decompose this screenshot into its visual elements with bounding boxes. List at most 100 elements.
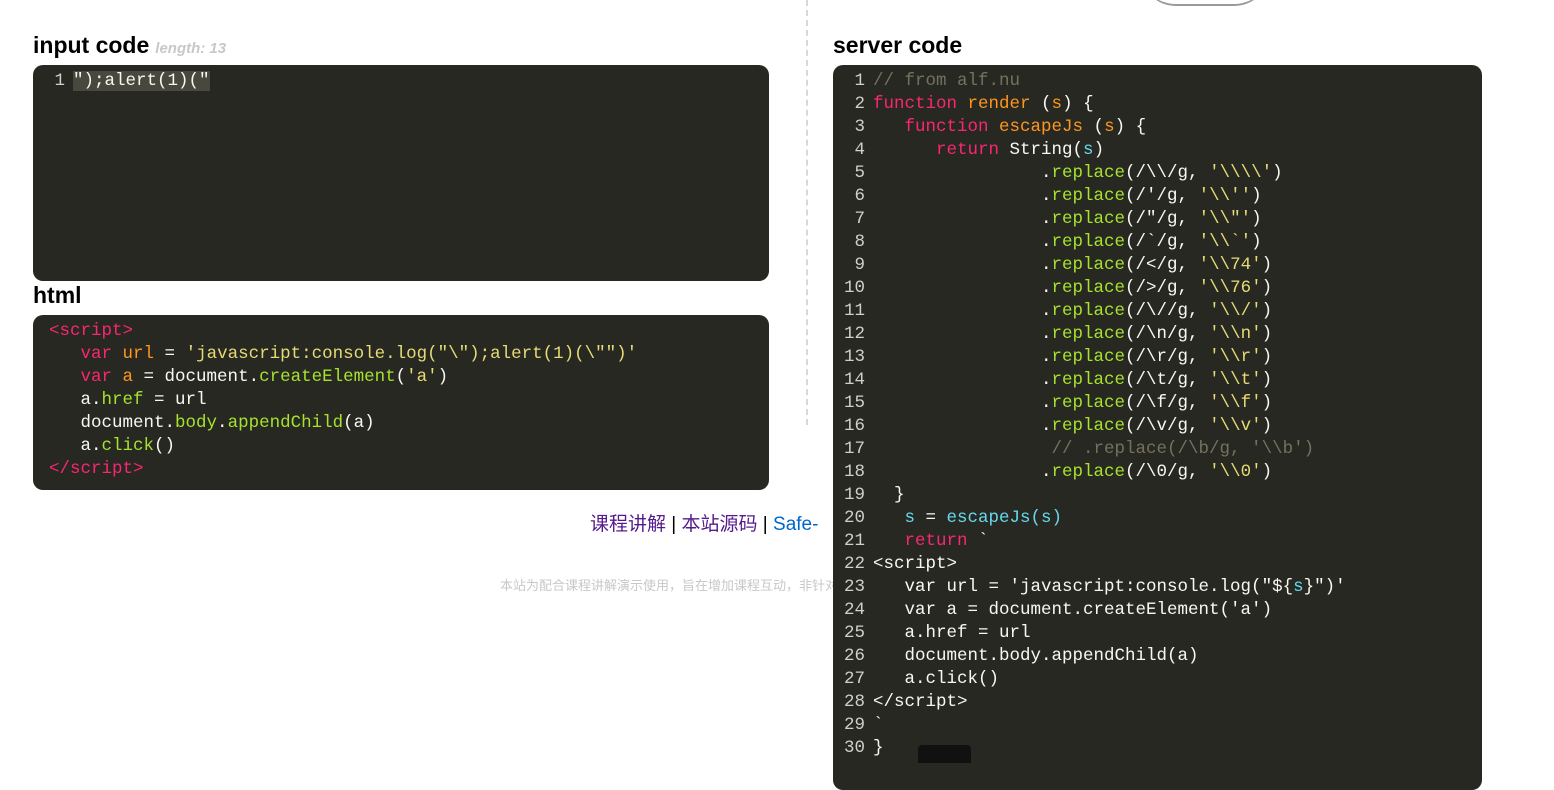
code-token: (/\t/g, bbox=[1125, 370, 1210, 390]
line-number: 30 bbox=[843, 738, 865, 758]
code-token: . bbox=[873, 255, 1052, 275]
code-line: 11 .replace(/\//g, '\\/') bbox=[833, 300, 1482, 323]
code-token: (a) bbox=[343, 413, 375, 433]
code-token: } bbox=[873, 485, 905, 505]
minimap-widget[interactable] bbox=[918, 745, 971, 763]
code-token: ) bbox=[1251, 232, 1262, 252]
code-token: s bbox=[1083, 140, 1094, 160]
line-number: 3 bbox=[854, 117, 865, 137]
code-token: '\\f' bbox=[1209, 393, 1262, 413]
code-token: href bbox=[101, 390, 144, 410]
code-token: . bbox=[873, 232, 1052, 252]
code-token: . bbox=[873, 278, 1052, 298]
code-token: ) bbox=[1261, 393, 1273, 413]
code-line: 20 s = escapeJs(s) bbox=[833, 507, 1482, 530]
code-line: 26 document.body.appendChild(a) bbox=[833, 645, 1482, 668]
code-token: ( bbox=[395, 367, 407, 387]
line-number: 2 bbox=[854, 94, 865, 114]
safe-link[interactable]: Safe- bbox=[773, 514, 818, 535]
code-token: var bbox=[80, 344, 123, 364]
code-token: document.body.appendChild(a) bbox=[873, 646, 1199, 666]
code-token: '\\76' bbox=[1198, 278, 1262, 298]
code-token: // .replace(/\b/g, '\\b') bbox=[873, 439, 1315, 459]
code-token: s bbox=[1104, 117, 1115, 137]
line-number: 19 bbox=[843, 485, 865, 505]
code-token: '\\/' bbox=[1209, 301, 1262, 321]
code-token: (/\v/g, bbox=[1125, 416, 1210, 436]
line-number: 22 bbox=[843, 554, 865, 574]
code-token: replace bbox=[1051, 278, 1126, 298]
code-token: ) bbox=[1272, 163, 1283, 183]
code-line: 7 .replace(/"/g, '\\"') bbox=[833, 208, 1482, 231]
code-token: s bbox=[873, 508, 916, 528]
code-token: // from alf.nu bbox=[873, 71, 1021, 91]
code-token: '\\"' bbox=[1198, 209, 1252, 229]
code-line: 25 a.href = url bbox=[833, 622, 1482, 645]
code-line: 1 ");alert(1)(" bbox=[33, 70, 769, 93]
code-token: () bbox=[154, 436, 176, 456]
line-number: 28 bbox=[843, 692, 865, 712]
code-line: 1 // from alf.nu bbox=[833, 70, 1482, 93]
code-token: ");alert(1)(" bbox=[73, 71, 210, 91]
code-token: (/`/g, bbox=[1125, 232, 1199, 252]
code-line: 4 return String(s) bbox=[833, 139, 1482, 162]
separator: | bbox=[666, 514, 682, 535]
code-token: }")' bbox=[1303, 577, 1346, 597]
code-token: . bbox=[873, 370, 1052, 390]
code-token: } bbox=[873, 738, 884, 758]
code-token: replace bbox=[1051, 416, 1126, 436]
code-line: 14 .replace(/\t/g, '\\t') bbox=[833, 369, 1482, 392]
code-token: '\\'' bbox=[1198, 186, 1252, 206]
input-code-title: input code bbox=[33, 32, 150, 58]
code-line: 13 .replace(/\r/g, '\\r') bbox=[833, 346, 1482, 369]
code-token: replace bbox=[1051, 462, 1126, 482]
code-token: ) { bbox=[1114, 117, 1147, 137]
code-token: replace bbox=[1051, 186, 1126, 206]
line-number: 15 bbox=[843, 393, 865, 413]
code-line: a.click() bbox=[49, 435, 769, 458]
line-number: 25 bbox=[843, 623, 865, 643]
line-number: 24 bbox=[843, 600, 865, 620]
code-line: 5 .replace(/\\/g, '\\\\') bbox=[833, 162, 1482, 185]
code-token: <script> bbox=[49, 321, 134, 341]
input-code-editor[interactable]: 1 ");alert(1)(" bbox=[33, 65, 769, 281]
code-token: (/'/g, bbox=[1125, 186, 1199, 206]
code-token: createElement bbox=[259, 367, 396, 387]
line-number: 1 bbox=[54, 71, 65, 91]
server-code-view: 1// from alf.nu 2 function render (s) {3 f… bbox=[833, 65, 1482, 790]
code-token: . bbox=[873, 163, 1052, 183]
code-line: 21 return ` bbox=[833, 530, 1482, 553]
line-number: 13 bbox=[843, 347, 865, 367]
code-token: escapeJs bbox=[999, 117, 1084, 137]
code-token: return bbox=[904, 531, 968, 551]
code-token: ( bbox=[1083, 117, 1105, 137]
column-divider bbox=[806, 0, 808, 425]
line-number: 6 bbox=[854, 186, 865, 206]
line-number: 18 bbox=[843, 462, 865, 482]
code-token: . bbox=[217, 413, 228, 433]
code-token: (/"/g, bbox=[1125, 209, 1199, 229]
code-token: appendChild bbox=[227, 413, 344, 433]
line-number: 11 bbox=[843, 301, 865, 321]
code-token: <script> bbox=[873, 554, 958, 574]
source-link[interactable]: 本站源码 bbox=[682, 514, 758, 535]
server-code-heading: server code bbox=[833, 32, 963, 58]
code-token: var a = document.createElement('a') bbox=[873, 600, 1273, 620]
decorative-curve bbox=[1140, 0, 1270, 6]
code-token: replace bbox=[1051, 370, 1126, 390]
code-token: '\\v' bbox=[1209, 416, 1262, 436]
html-output: <script> var url = 'javascript:console.l… bbox=[33, 315, 769, 490]
code-line: 29 ` bbox=[833, 714, 1482, 737]
code-token: (/</g, bbox=[1125, 255, 1199, 275]
course-link[interactable]: 课程讲解 bbox=[590, 514, 666, 535]
code-token: s bbox=[1051, 94, 1063, 114]
code-token: ) bbox=[1261, 255, 1273, 275]
footer-links: 课程讲解 | 本站源码 | Safe- bbox=[590, 509, 818, 536]
code-token: '\\\\' bbox=[1209, 163, 1273, 183]
code-token: a bbox=[122, 367, 134, 387]
code-line: 10 .replace(/>/g, '\\76') bbox=[833, 277, 1482, 300]
code-line: a.href = url bbox=[49, 389, 769, 412]
code-line: 3 function escapeJs (s) { bbox=[833, 116, 1482, 139]
